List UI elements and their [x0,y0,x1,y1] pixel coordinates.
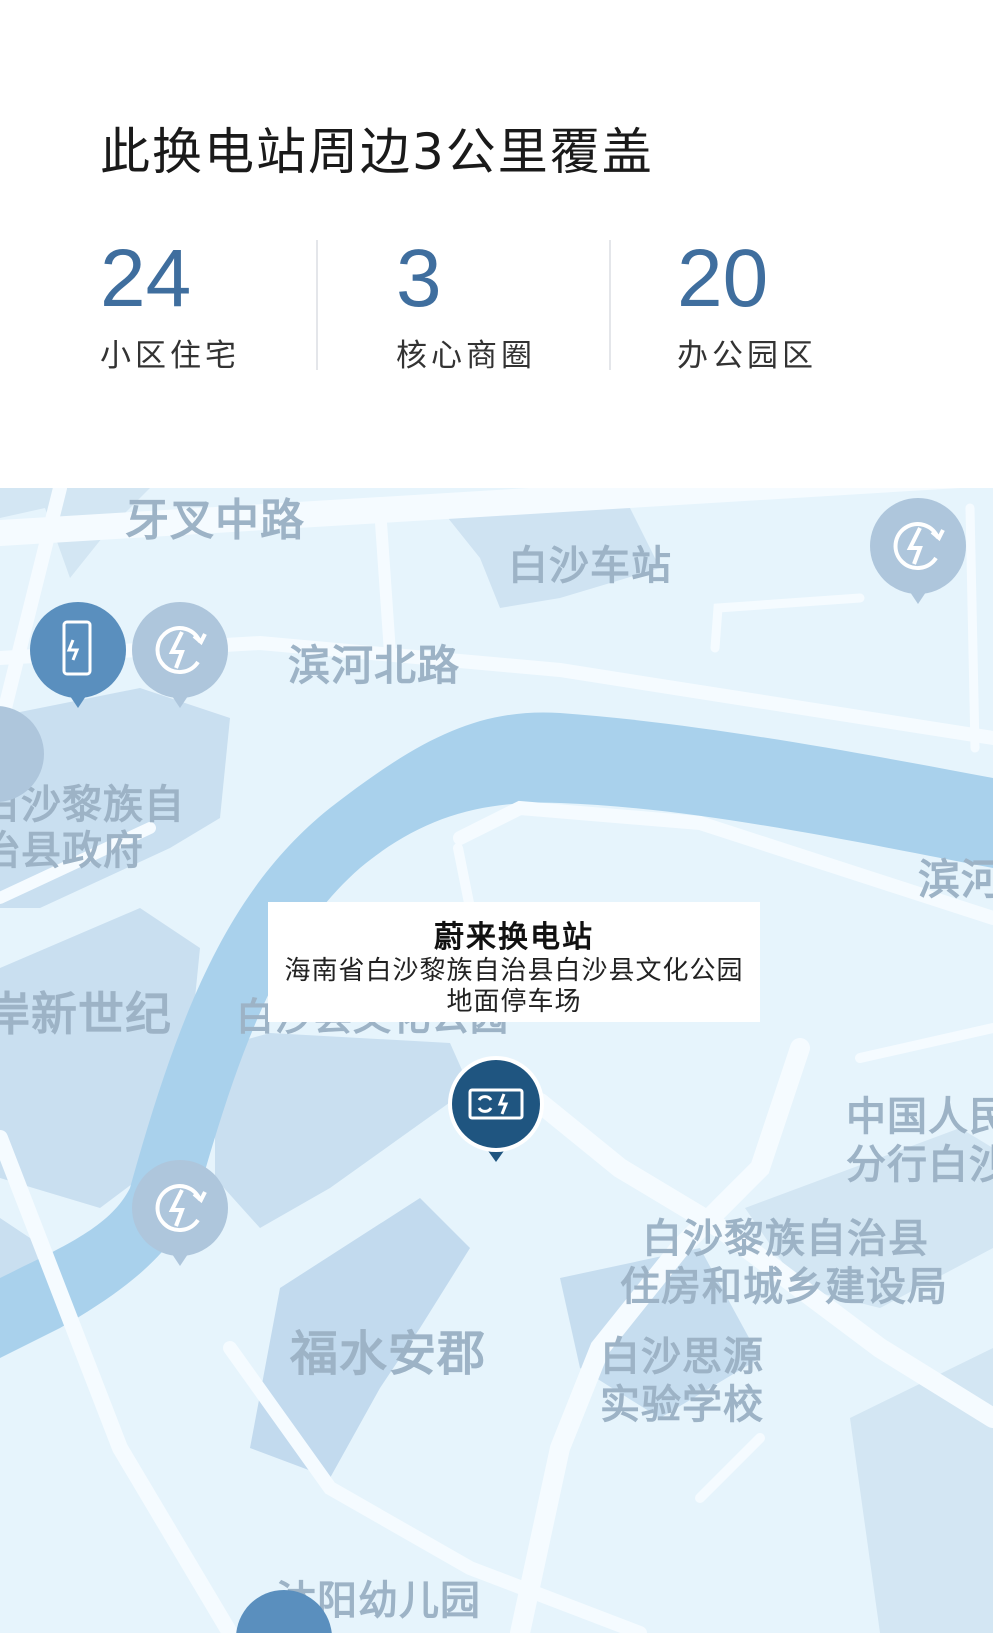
stat-residential-label: 小区住宅 [100,338,240,374]
stat-office-label: 办公园区 [677,338,817,374]
label-bus-station: 白沙车站 [508,543,672,589]
stat-office-value: 20 [677,233,769,324]
charger-pin[interactable] [236,1588,332,1633]
stat-office: 20 办公园区 [677,238,817,375]
swap-station-selected-pin[interactable] [448,1054,544,1170]
label-school-line2: 实验学校 [600,1382,764,1428]
charger-pin[interactable] [870,496,966,610]
stat-residential-value: 24 [100,233,192,324]
label-fushui-anjun: 福水安郡 [290,1326,487,1382]
stat-residential: 24 小区住宅 [100,238,240,375]
stat-business: 3 核心商圈 [396,238,536,375]
map-view[interactable]: 牙叉中路 白沙车站 滨河北路 白沙黎族自 治县政府 岸新世纪 白沙县文化公园 滨… [0,488,993,1633]
charger-pin[interactable] [0,704,44,818]
label-housing-bureau-line2: 住房和城乡建设局 [620,1264,948,1310]
stat-business-value: 3 [396,233,442,324]
stat-divider [609,240,611,370]
charger-pin[interactable] [132,600,228,714]
phone-charger-pin[interactable] [30,600,126,714]
label-bank-line2: 分行白沙 [846,1142,993,1188]
map-block [215,1033,470,1228]
map-block [850,1348,993,1633]
stat-business-label: 核心商圈 [396,338,536,374]
station-name: 蔚来换电站 [434,920,594,955]
stat-divider [316,240,318,370]
label-new-century: 岸新世纪 [0,987,172,1041]
label-road-yachazhong: 牙叉中路 [125,495,305,546]
coverage-header: 此换电站周边3公里覆盖 24 小区住宅 3 核心商圈 20 办公园区 [0,0,993,488]
coverage-title: 此换电站周边3公里覆盖 [100,123,654,181]
station-info-card[interactable]: 蔚来换电站 海南省白沙黎族自治县白沙县文化公园地面停车场 [268,902,760,1022]
label-binhe-road-right: 滨河 [918,855,993,904]
station-address: 海南省白沙黎族自治县白沙县文化公园地面停车场 [284,956,744,1017]
label-county-government-line2: 治县政府 [0,828,144,874]
charger-pin[interactable] [132,1158,228,1272]
label-road-binhebei: 滨河北路 [288,641,461,690]
